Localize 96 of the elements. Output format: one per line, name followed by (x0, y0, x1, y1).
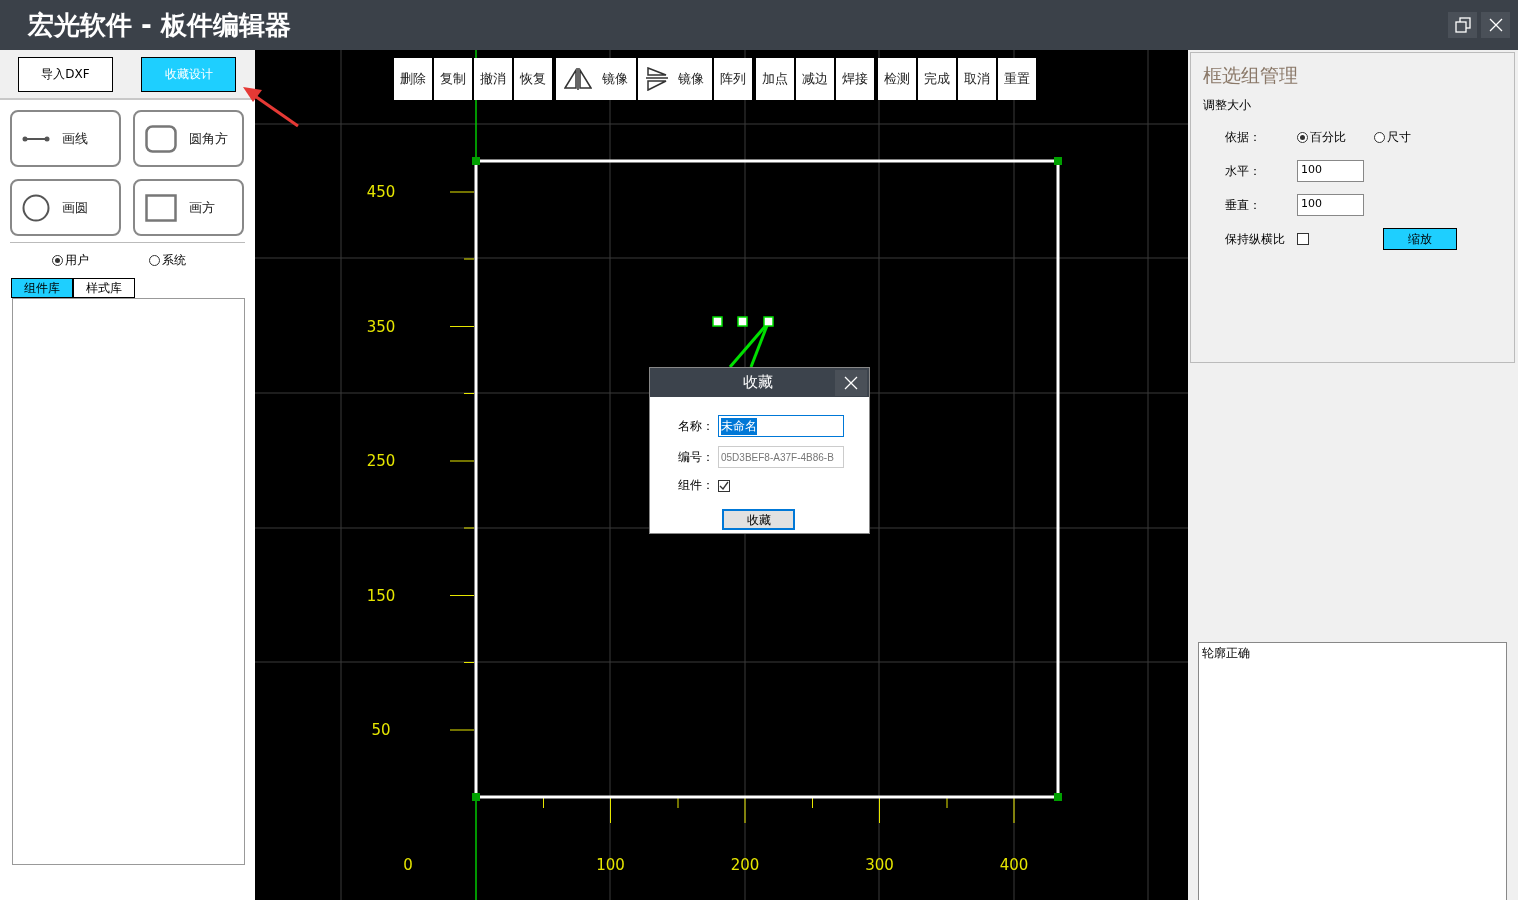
axis-label: 250 (366, 452, 396, 470)
corner-handle (472, 157, 480, 165)
square-icon (145, 193, 177, 222)
section-label: 调整大小 (1203, 97, 1252, 114)
tool-button[interactable]: 画方 (133, 179, 244, 236)
tool-button[interactable]: 画圆 (10, 179, 121, 236)
ruler-tick (946, 797, 948, 809)
ruler-tick (449, 460, 475, 462)
axis-label: 50 (371, 721, 391, 739)
ruler-tick (812, 797, 813, 809)
toolbar-button[interactable]: 完成 (918, 58, 956, 100)
ruler-tick (463, 258, 475, 260)
rounded-square-icon (145, 124, 177, 153)
tool-button[interactable]: 圆角方 (133, 110, 244, 167)
ruler-tick (449, 326, 475, 327)
ruler-tick (1013, 797, 1015, 824)
field-label: 名称： (678, 417, 714, 435)
axis-label: 100 (596, 856, 625, 874)
toolbar-button[interactable]: 重置 (998, 58, 1036, 100)
field-label: 水平： (1225, 162, 1262, 180)
ruler-tick (744, 797, 746, 824)
corner-handle (1054, 793, 1062, 801)
toolbar-button[interactable]: 阵列 (714, 58, 752, 100)
toolbar-button[interactable]: 加点 (756, 58, 794, 100)
ruler-tick (449, 729, 475, 731)
ruler-tick (449, 595, 475, 596)
tool-button[interactable]: 画线 (10, 110, 121, 167)
ruler-tick (879, 797, 880, 824)
close-button[interactable] (1481, 12, 1510, 38)
ruler-tick (463, 393, 475, 394)
axis-label: 200 (730, 856, 760, 874)
field-label: 编号： (678, 448, 714, 466)
tab[interactable]: 样式库 (73, 278, 135, 298)
radio-button[interactable] (149, 254, 160, 266)
close-icon (844, 375, 858, 390)
axis-label: 150 (366, 586, 396, 605)
toolbar-button[interactable]: 撤消 (474, 58, 512, 100)
field-label: 保持纵横比 (1225, 230, 1286, 248)
toolbar-button[interactable]: 检测 (878, 58, 916, 100)
toolbar-button[interactable]: 恢复 (514, 58, 552, 100)
arrow-drawing (240, 84, 300, 128)
radio-label: 百分比 (1310, 128, 1346, 146)
toolbar-button[interactable]: 减边 (796, 58, 834, 100)
ruler-tick (463, 662, 475, 663)
check-icon (719, 480, 729, 491)
group-title: 框选组管理 (1203, 63, 1299, 88)
restore-button[interactable] (1448, 12, 1477, 38)
number-field[interactable]: 100 (1297, 160, 1364, 182)
field-label: 依据： (1225, 128, 1262, 146)
field-label: 组件： (678, 477, 714, 494)
radio-button[interactable] (52, 254, 63, 266)
corner-handle (472, 793, 480, 801)
radio-button[interactable] (1374, 131, 1385, 143)
toolbar-button[interactable]: 镜像 (556, 58, 636, 100)
log-line: 轮廓正确 (1202, 645, 1251, 662)
radio-label: 系统 (162, 251, 186, 269)
toolbar-button[interactable]: 删除 (394, 58, 432, 100)
number-field[interactable]: 100 (1297, 194, 1364, 216)
radio-label: 尺寸 (1387, 128, 1411, 146)
ruler-tick (463, 527, 475, 529)
point-handle (763, 316, 774, 327)
radio-button[interactable] (1297, 131, 1308, 143)
ruler-tick (543, 797, 544, 809)
checkbox[interactable] (1297, 233, 1309, 245)
radio-label: 用户 (65, 251, 89, 269)
axis-label: 400 (999, 856, 1029, 874)
point-handle (712, 316, 723, 327)
checkbox[interactable] (718, 479, 730, 492)
axis-label: 300 (865, 856, 894, 874)
mirror-icon (646, 67, 668, 91)
mirror-icon (564, 68, 592, 90)
point-handle (737, 316, 748, 327)
dialog-title: 收藏 (741, 373, 774, 392)
field-label: 垂直： (1225, 196, 1262, 214)
toolbar-button[interactable]: 焊接 (836, 58, 874, 100)
save-button[interactable]: 收藏 (722, 509, 795, 530)
restore-icon (1454, 17, 1471, 33)
close-icon (1488, 18, 1503, 32)
toolbar-button[interactable]: 复制 (434, 58, 472, 100)
close-button[interactable] (835, 369, 867, 396)
circle-icon (22, 193, 50, 222)
ruler-tick (677, 797, 679, 809)
ruler-tick (449, 191, 475, 193)
window-title: 宏光软件 - 板件编辑器 (28, 8, 291, 42)
axis-label: 0 (403, 856, 413, 874)
import-button[interactable]: 导入DXF (18, 56, 113, 92)
tab[interactable]: 组件库 (11, 278, 73, 298)
ruler-tick (610, 797, 611, 824)
scale-button[interactable]: 缩放 (1383, 228, 1457, 250)
line-icon (22, 135, 50, 142)
toolbar-button[interactable]: 取消 (958, 58, 996, 100)
axis-label: 450 (366, 183, 396, 201)
corner-handle (1054, 157, 1062, 165)
axis-label: 350 (366, 317, 396, 336)
toolbar-button[interactable]: 镜像 (638, 58, 712, 100)
name-field[interactable]: 未命名 (718, 415, 844, 437)
